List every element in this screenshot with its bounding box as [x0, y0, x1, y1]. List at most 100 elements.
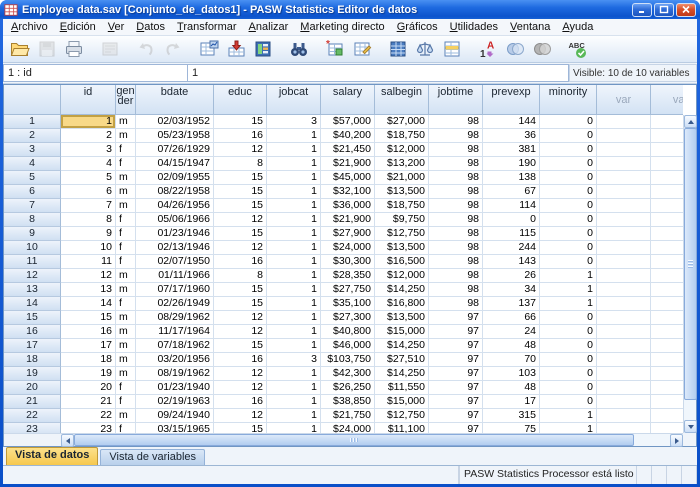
- cell[interactable]: 1: [267, 157, 321, 171]
- empty-cell[interactable]: [597, 171, 651, 185]
- cell[interactable]: 0: [540, 185, 597, 199]
- cell[interactable]: 12: [214, 143, 267, 157]
- find-button[interactable]: [285, 37, 312, 62]
- cell[interactable]: 15: [214, 185, 267, 199]
- empty-cell[interactable]: [651, 227, 683, 241]
- cell[interactable]: 04/15/1947: [136, 157, 214, 171]
- cell[interactable]: 98: [429, 157, 483, 171]
- empty-cell[interactable]: [597, 367, 651, 381]
- cell[interactable]: 98: [429, 185, 483, 199]
- scroll-up-button[interactable]: [684, 115, 697, 128]
- cell[interactable]: 0: [540, 143, 597, 157]
- cell[interactable]: 1: [267, 227, 321, 241]
- empty-cell[interactable]: [651, 311, 683, 325]
- cell[interactable]: 1: [267, 255, 321, 269]
- cell[interactable]: 22: [61, 409, 116, 423]
- cell[interactable]: m: [116, 171, 136, 185]
- cell[interactable]: 48: [483, 339, 540, 353]
- cell[interactable]: 1: [267, 185, 321, 199]
- cell[interactable]: f: [116, 297, 136, 311]
- cell[interactable]: 08/22/1958: [136, 185, 214, 199]
- cell[interactable]: 7: [61, 199, 116, 213]
- cell[interactable]: 103: [483, 367, 540, 381]
- cell[interactable]: 17: [61, 339, 116, 353]
- cell[interactable]: 16: [214, 129, 267, 143]
- cell[interactable]: 8: [214, 157, 267, 171]
- cell[interactable]: 4: [61, 157, 116, 171]
- cell[interactable]: 98: [429, 213, 483, 227]
- cell[interactable]: $16,500: [375, 255, 429, 269]
- column-header-id[interactable]: id: [61, 85, 116, 115]
- row-header-21[interactable]: 21: [4, 395, 61, 409]
- cell-editor[interactable]: 1: [188, 64, 569, 82]
- row-header-10[interactable]: 10: [4, 241, 61, 255]
- cell[interactable]: 0: [540, 157, 597, 171]
- empty-cell[interactable]: [597, 213, 651, 227]
- cell[interactable]: $24,000: [321, 241, 375, 255]
- cell[interactable]: 98: [429, 255, 483, 269]
- empty-cell[interactable]: [597, 241, 651, 255]
- cell[interactable]: 03/15/1965: [136, 423, 214, 433]
- empty-cell[interactable]: [651, 367, 683, 381]
- cell[interactable]: 24: [483, 325, 540, 339]
- cell[interactable]: 0: [540, 171, 597, 185]
- close-button[interactable]: [676, 3, 696, 17]
- empty-cell[interactable]: [597, 311, 651, 325]
- cell[interactable]: 1: [540, 283, 597, 297]
- cell[interactable]: 15: [214, 283, 267, 297]
- cell[interactable]: 02/09/1955: [136, 171, 214, 185]
- column-header-salbegin[interactable]: salbegin: [375, 85, 429, 115]
- cell[interactable]: f: [116, 213, 136, 227]
- cell[interactable]: 1: [267, 129, 321, 143]
- cell[interactable]: 02/07/1950: [136, 255, 214, 269]
- empty-cell[interactable]: [597, 381, 651, 395]
- goto-case-button[interactable]: [195, 37, 222, 62]
- cell[interactable]: 144: [483, 115, 540, 129]
- column-header-jobtime[interactable]: jobtime: [429, 85, 483, 115]
- cell[interactable]: 97: [429, 409, 483, 423]
- cell[interactable]: 1: [267, 297, 321, 311]
- menu-archivo[interactable]: Archivo: [5, 20, 54, 34]
- cell[interactable]: $11,550: [375, 381, 429, 395]
- cell[interactable]: m: [116, 325, 136, 339]
- cell[interactable]: m: [116, 185, 136, 199]
- cell[interactable]: 01/11/1966: [136, 269, 214, 283]
- empty-cell[interactable]: [597, 297, 651, 311]
- row-header-14[interactable]: 14: [4, 297, 61, 311]
- cell[interactable]: 3: [61, 143, 116, 157]
- cell[interactable]: $21,000: [375, 171, 429, 185]
- cell[interactable]: 07/26/1929: [136, 143, 214, 157]
- cell[interactable]: $32,100: [321, 185, 375, 199]
- cell[interactable]: $21,900: [321, 213, 375, 227]
- cell[interactable]: $45,000: [321, 171, 375, 185]
- cell[interactable]: 98: [429, 269, 483, 283]
- empty-cell[interactable]: [651, 213, 683, 227]
- empty-cell[interactable]: [651, 255, 683, 269]
- cell[interactable]: 98: [429, 227, 483, 241]
- empty-cell[interactable]: [597, 255, 651, 269]
- column-header-educ[interactable]: educ: [214, 85, 267, 115]
- cell[interactable]: 1: [267, 381, 321, 395]
- cell[interactable]: 0: [540, 255, 597, 269]
- cell[interactable]: 02/19/1963: [136, 395, 214, 409]
- horizontal-scrollbar[interactable]: [61, 433, 683, 446]
- cell[interactable]: $9,750: [375, 213, 429, 227]
- cell[interactable]: $12,000: [375, 143, 429, 157]
- vertical-scrollbar[interactable]: [683, 115, 696, 433]
- cell[interactable]: 05/06/1966: [136, 213, 214, 227]
- cell[interactable]: m: [116, 115, 136, 129]
- empty-cell[interactable]: [597, 185, 651, 199]
- empty-cell[interactable]: [597, 353, 651, 367]
- cell[interactable]: 1: [540, 409, 597, 423]
- row-header-13[interactable]: 13: [4, 283, 61, 297]
- cell[interactable]: $15,000: [375, 395, 429, 409]
- cell[interactable]: $46,000: [321, 339, 375, 353]
- row-header-1[interactable]: 1: [4, 115, 61, 129]
- cell[interactable]: $15,000: [375, 325, 429, 339]
- cell[interactable]: 15: [214, 339, 267, 353]
- cell[interactable]: 05/23/1958: [136, 129, 214, 143]
- cell[interactable]: f: [116, 423, 136, 433]
- empty-cell[interactable]: [651, 129, 683, 143]
- cell[interactable]: 34: [483, 283, 540, 297]
- cell[interactable]: 8: [61, 213, 116, 227]
